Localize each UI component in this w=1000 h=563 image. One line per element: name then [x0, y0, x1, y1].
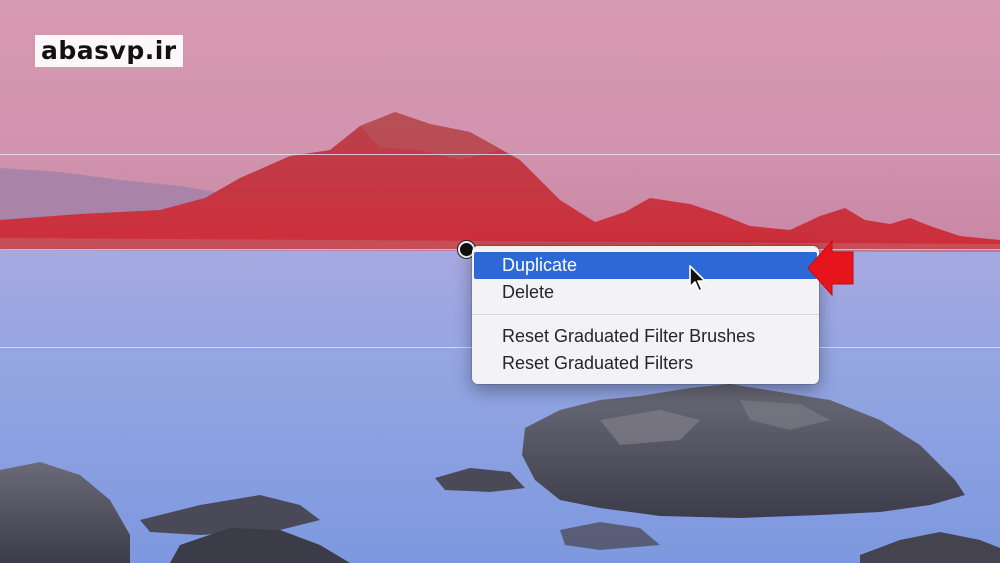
- annotation-arrow-icon: [807, 239, 854, 297]
- mouse-pointer-icon: [689, 265, 706, 292]
- photo-canvas[interactable]: abasvp.ir Duplicate Delete Reset Graduat…: [0, 0, 1000, 563]
- watermark: abasvp.ir: [35, 35, 183, 67]
- menu-separator: [472, 314, 819, 315]
- menu-item-duplicate[interactable]: Duplicate: [474, 252, 817, 279]
- filter-guide-line-top[interactable]: [0, 154, 1000, 155]
- menu-item-reset-graduated-filters[interactable]: Reset Graduated Filters: [472, 350, 819, 377]
- menu-item-delete[interactable]: Delete: [472, 279, 819, 306]
- menu-item-reset-graduated-filter-brushes[interactable]: Reset Graduated Filter Brushes: [472, 323, 819, 350]
- context-menu: Duplicate Delete Reset Graduated Filter …: [472, 246, 819, 384]
